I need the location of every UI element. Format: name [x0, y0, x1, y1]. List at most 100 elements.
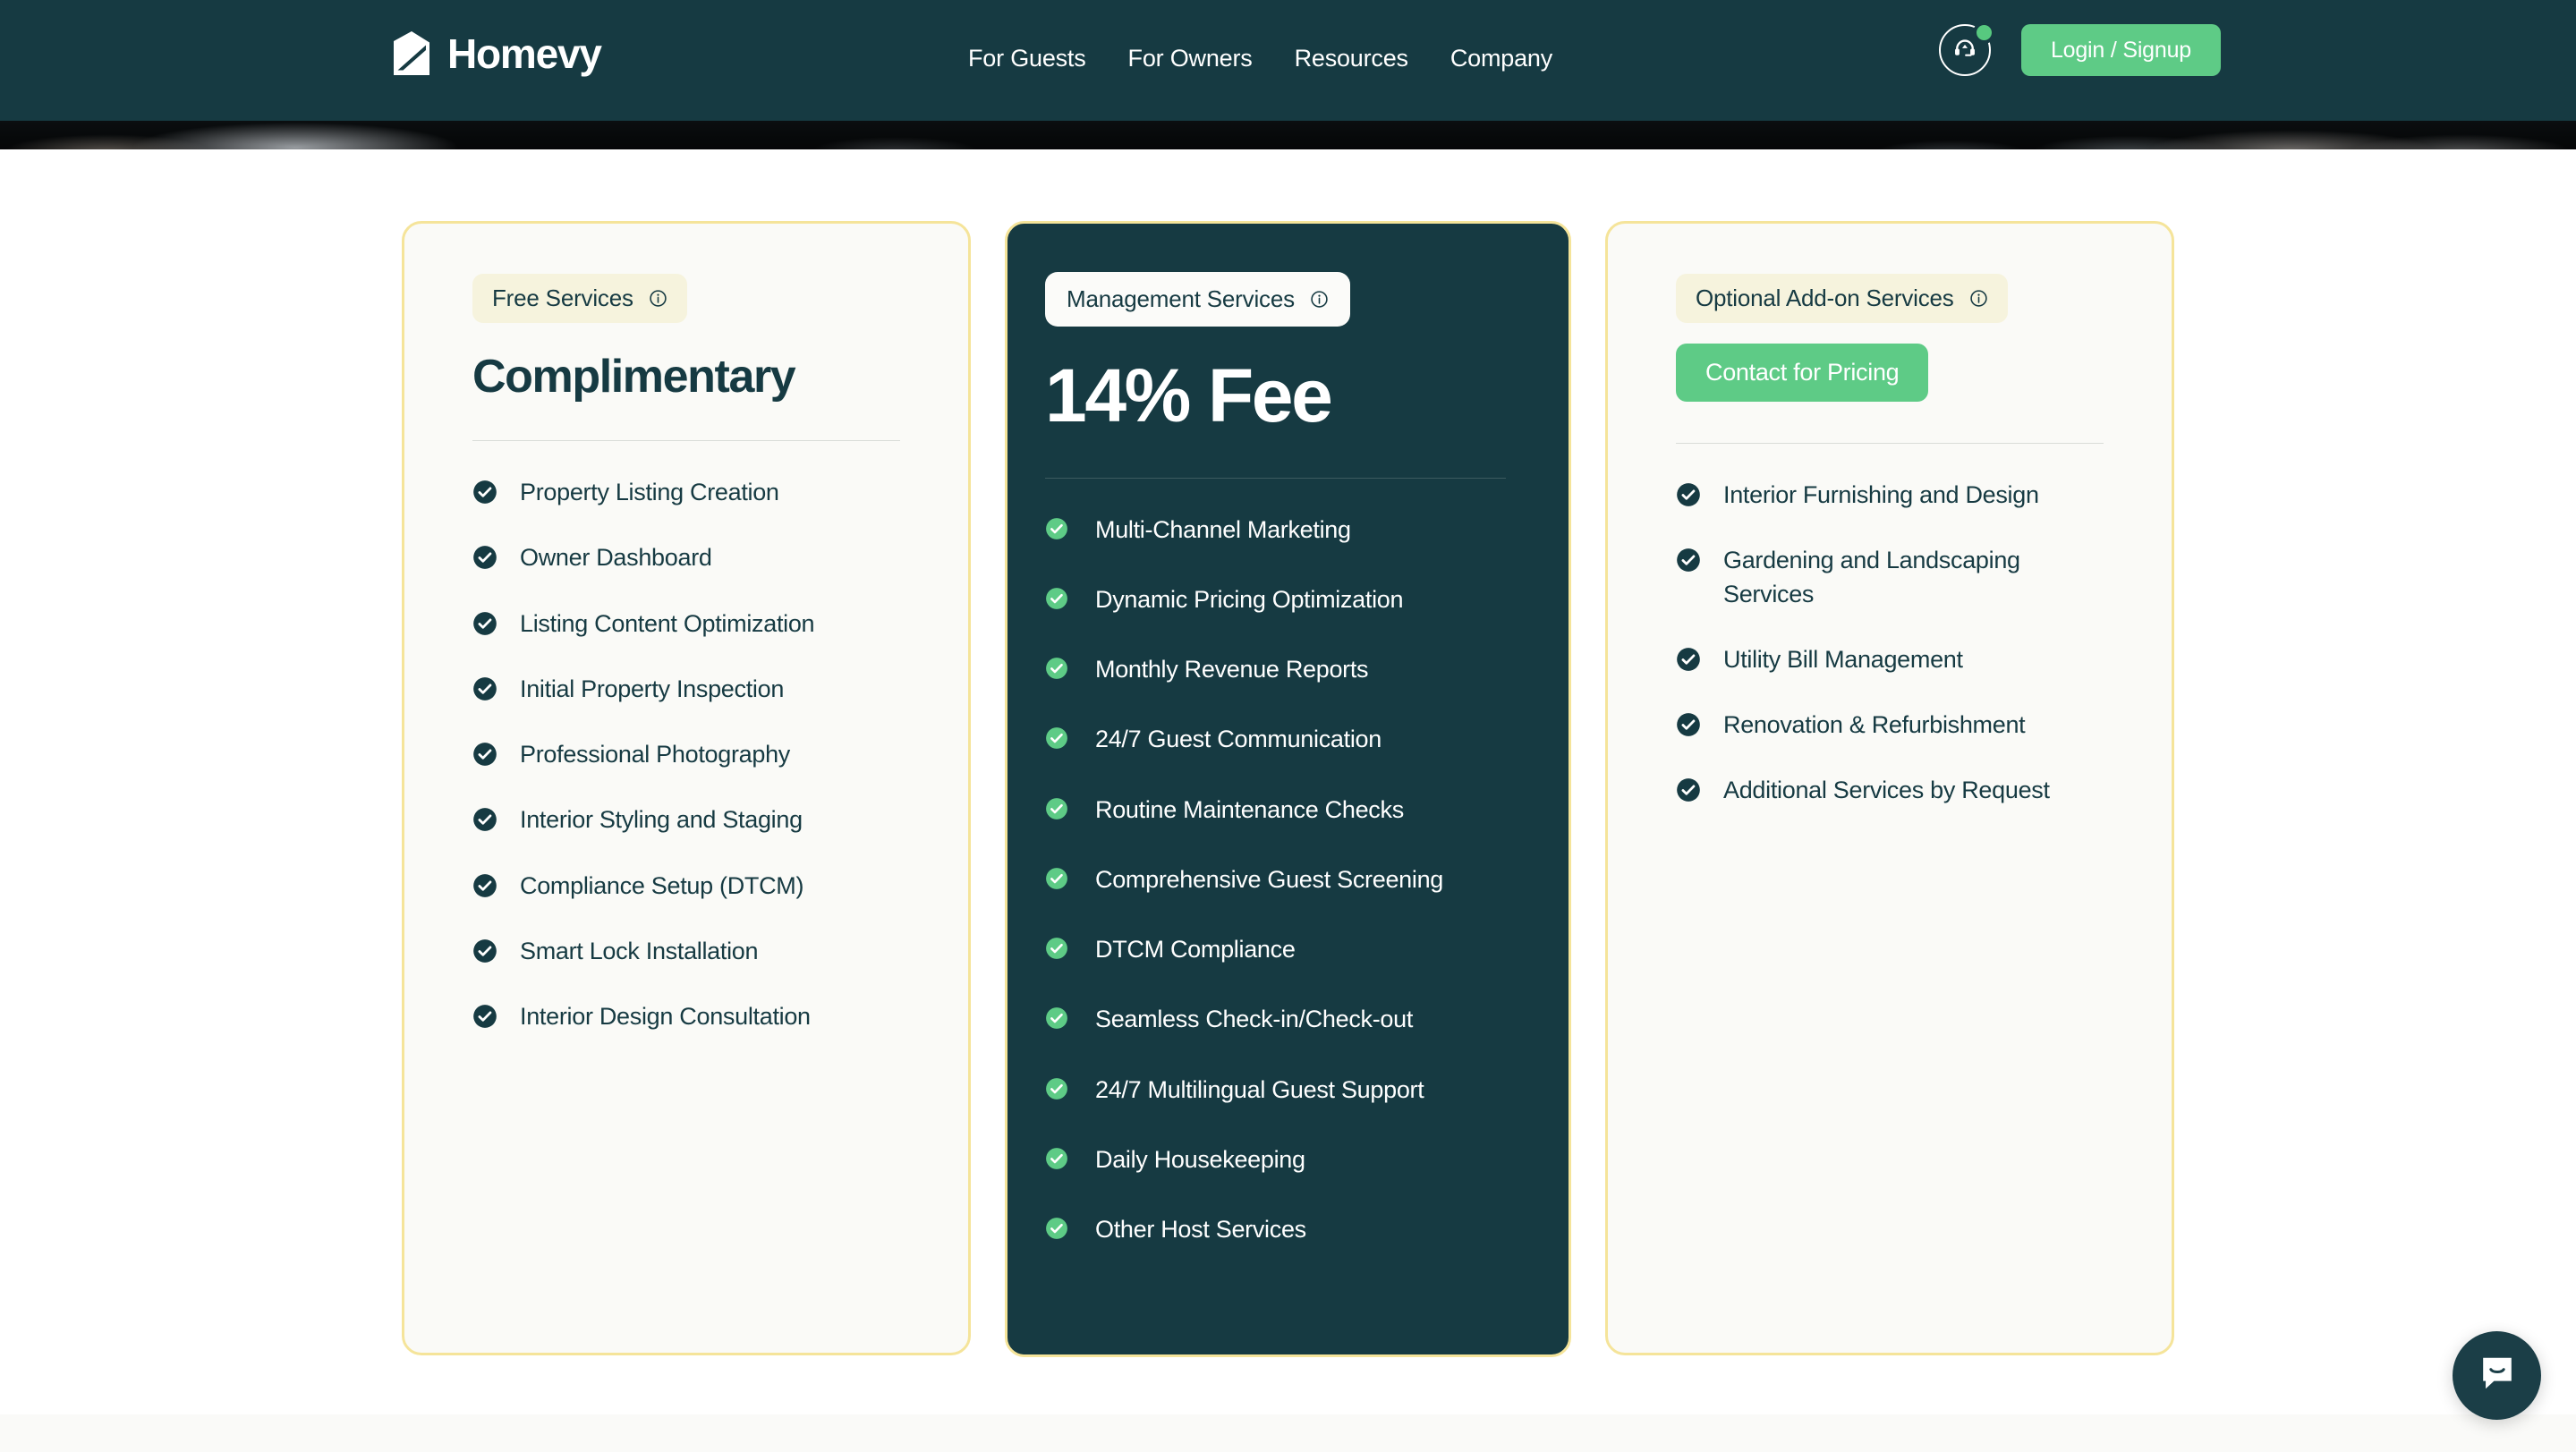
feature-label: Seamless Check-in/Check-out [1095, 1006, 1414, 1033]
check-circle-icon [1676, 482, 1701, 507]
feature-label: Additional Services by Request [1723, 777, 2050, 804]
feature-list-free-services: Property Listing Creation Owner Dashboar… [472, 476, 900, 1033]
pricing-card-optional-addons: Optional Add-on Services Contact for Pri… [1605, 221, 2174, 1355]
list-item: DTCM Compliance [1045, 933, 1506, 966]
feature-label: Gardening and Landscaping Services [1723, 547, 2020, 607]
feature-label: Utility Bill Management [1723, 645, 1963, 673]
check-circle-icon [1045, 1147, 1070, 1172]
check-circle-icon [1045, 587, 1070, 612]
card-tag-optional-addons[interactable]: Optional Add-on Services [1676, 274, 2008, 323]
list-item: 24/7 Guest Communication [1045, 723, 1506, 756]
list-item: Seamless Check-in/Check-out [1045, 1003, 1506, 1036]
check-circle-icon [1045, 1217, 1070, 1242]
feature-label: Multi-Channel Marketing [1095, 515, 1351, 543]
page-bottom-band [0, 1414, 2576, 1452]
check-circle-icon [472, 807, 497, 832]
feature-label: DTCM Compliance [1095, 936, 1296, 964]
check-circle-icon [1045, 657, 1070, 682]
contact-for-pricing-button[interactable]: Contact for Pricing [1676, 344, 1929, 402]
list-item: Interior Furnishing and Design [1676, 479, 2104, 512]
hero-image-strip [0, 121, 2576, 149]
info-circle-icon[interactable] [1969, 289, 1988, 308]
check-circle-icon [1045, 1006, 1070, 1032]
list-item: Interior Design Consultation [472, 1000, 900, 1033]
feature-label: Interior Furnishing and Design [1723, 481, 2039, 508]
tag-label: Free Services [492, 284, 633, 311]
feature-list-optional-addons: Interior Furnishing and Design Gardening… [1676, 479, 2104, 808]
brand-logo-link[interactable]: Homevy [391, 30, 602, 78]
list-item: Comprehensive Guest Screening [1045, 863, 1506, 896]
info-circle-icon[interactable] [649, 289, 667, 308]
tag-label: Management Services [1067, 285, 1295, 312]
list-item: Interior Styling and Staging [472, 803, 900, 836]
info-circle-icon[interactable] [1310, 290, 1329, 309]
main-nav: For Guests For Owners Resources Company [968, 45, 1552, 72]
list-item: Renovation & Refurbishment [1676, 709, 2104, 742]
feature-label: Daily Housekeeping [1095, 1145, 1305, 1173]
pricing-card-management-services: Management Services 14% Fee Multi-Channe… [1005, 221, 1571, 1357]
header-actions: Login / Signup [1938, 24, 2221, 76]
check-circle-icon [1045, 726, 1070, 751]
card-divider [1676, 443, 2104, 444]
nav-item-for-guests[interactable]: For Guests [968, 45, 1086, 72]
list-item: Owner Dashboard [472, 541, 900, 574]
online-status-dot [1976, 25, 1992, 40]
feature-label: Dynamic Pricing Optimization [1095, 585, 1404, 613]
check-circle-icon [1045, 1077, 1070, 1102]
card-headline-complimentary: Complimentary [472, 351, 796, 403]
list-item: Monthly Revenue Reports [1045, 653, 1506, 686]
check-circle-icon [472, 611, 497, 636]
list-item: Listing Content Optimization [472, 607, 900, 641]
feature-label: Monthly Revenue Reports [1095, 656, 1369, 684]
check-circle-icon [1045, 867, 1070, 892]
check-circle-icon [1676, 712, 1701, 737]
feature-label: Smart Lock Installation [520, 937, 759, 964]
chat-launcher-button[interactable] [2453, 1331, 2541, 1420]
check-circle-icon [472, 938, 497, 964]
card-divider [1045, 477, 1506, 479]
check-circle-icon [1676, 548, 1701, 573]
feature-label: Initial Property Inspection [520, 675, 785, 702]
check-circle-icon [1676, 777, 1701, 802]
list-item: Dynamic Pricing Optimization [1045, 583, 1506, 616]
card-divider [472, 440, 900, 442]
feature-label: Interior Styling and Staging [520, 806, 803, 834]
nav-item-company[interactable]: Company [1450, 45, 1552, 72]
support-agent-button[interactable] [1938, 24, 1992, 76]
feature-label: Listing Content Optimization [520, 609, 815, 637]
list-item: Multi-Channel Marketing [1045, 514, 1506, 547]
check-circle-icon [1045, 937, 1070, 962]
check-circle-icon [472, 545, 497, 570]
list-item: Routine Maintenance Checks [1045, 794, 1506, 827]
feature-label: Renovation & Refurbishment [1723, 711, 2026, 738]
feature-label: Comprehensive Guest Screening [1095, 865, 1444, 893]
list-item: Smart Lock Installation [472, 935, 900, 968]
list-item: Compliance Setup (DTCM) [472, 870, 900, 903]
list-item: Additional Services by Request [1676, 774, 2104, 807]
pricing-cards-grid: Free Services Complimentary Property Lis… [402, 221, 2174, 1357]
nav-item-for-owners[interactable]: For Owners [1128, 45, 1253, 72]
card-tag-management-services[interactable]: Management Services [1045, 272, 1350, 327]
list-item: Property Listing Creation [472, 476, 900, 509]
feature-label: Compliance Setup (DTCM) [520, 871, 804, 899]
check-circle-icon [472, 742, 497, 767]
card-tag-free-services[interactable]: Free Services [472, 274, 687, 323]
list-item: Utility Bill Management [1676, 643, 2104, 676]
card-headline-fee: 14% Fee [1045, 353, 1333, 437]
site-header: Homevy For Guests For Owners Resources C… [0, 0, 2576, 121]
feature-label: 24/7 Multilingual Guest Support [1095, 1075, 1424, 1103]
brand-name: Homevy [447, 30, 602, 77]
nav-item-resources[interactable]: Resources [1295, 45, 1408, 72]
login-signup-button[interactable]: Login / Signup [2020, 24, 2221, 76]
feature-label: Professional Photography [520, 741, 790, 768]
feature-label: Other Host Services [1095, 1216, 1306, 1244]
feature-label: Property Listing Creation [520, 479, 779, 506]
check-circle-icon [1676, 647, 1701, 672]
feature-label: Routine Maintenance Checks [1095, 795, 1404, 823]
page-body: Free Services Complimentary Property Lis… [0, 149, 2576, 1452]
intercom-chat-smile-icon [2477, 1353, 2518, 1398]
tag-label: Optional Add-on Services [1696, 284, 1954, 311]
list-item: Other Host Services [1045, 1213, 1506, 1246]
feature-list-management-services: Multi-Channel Marketing Dynamic Pricing … [1045, 514, 1506, 1247]
check-circle-icon [472, 480, 497, 505]
